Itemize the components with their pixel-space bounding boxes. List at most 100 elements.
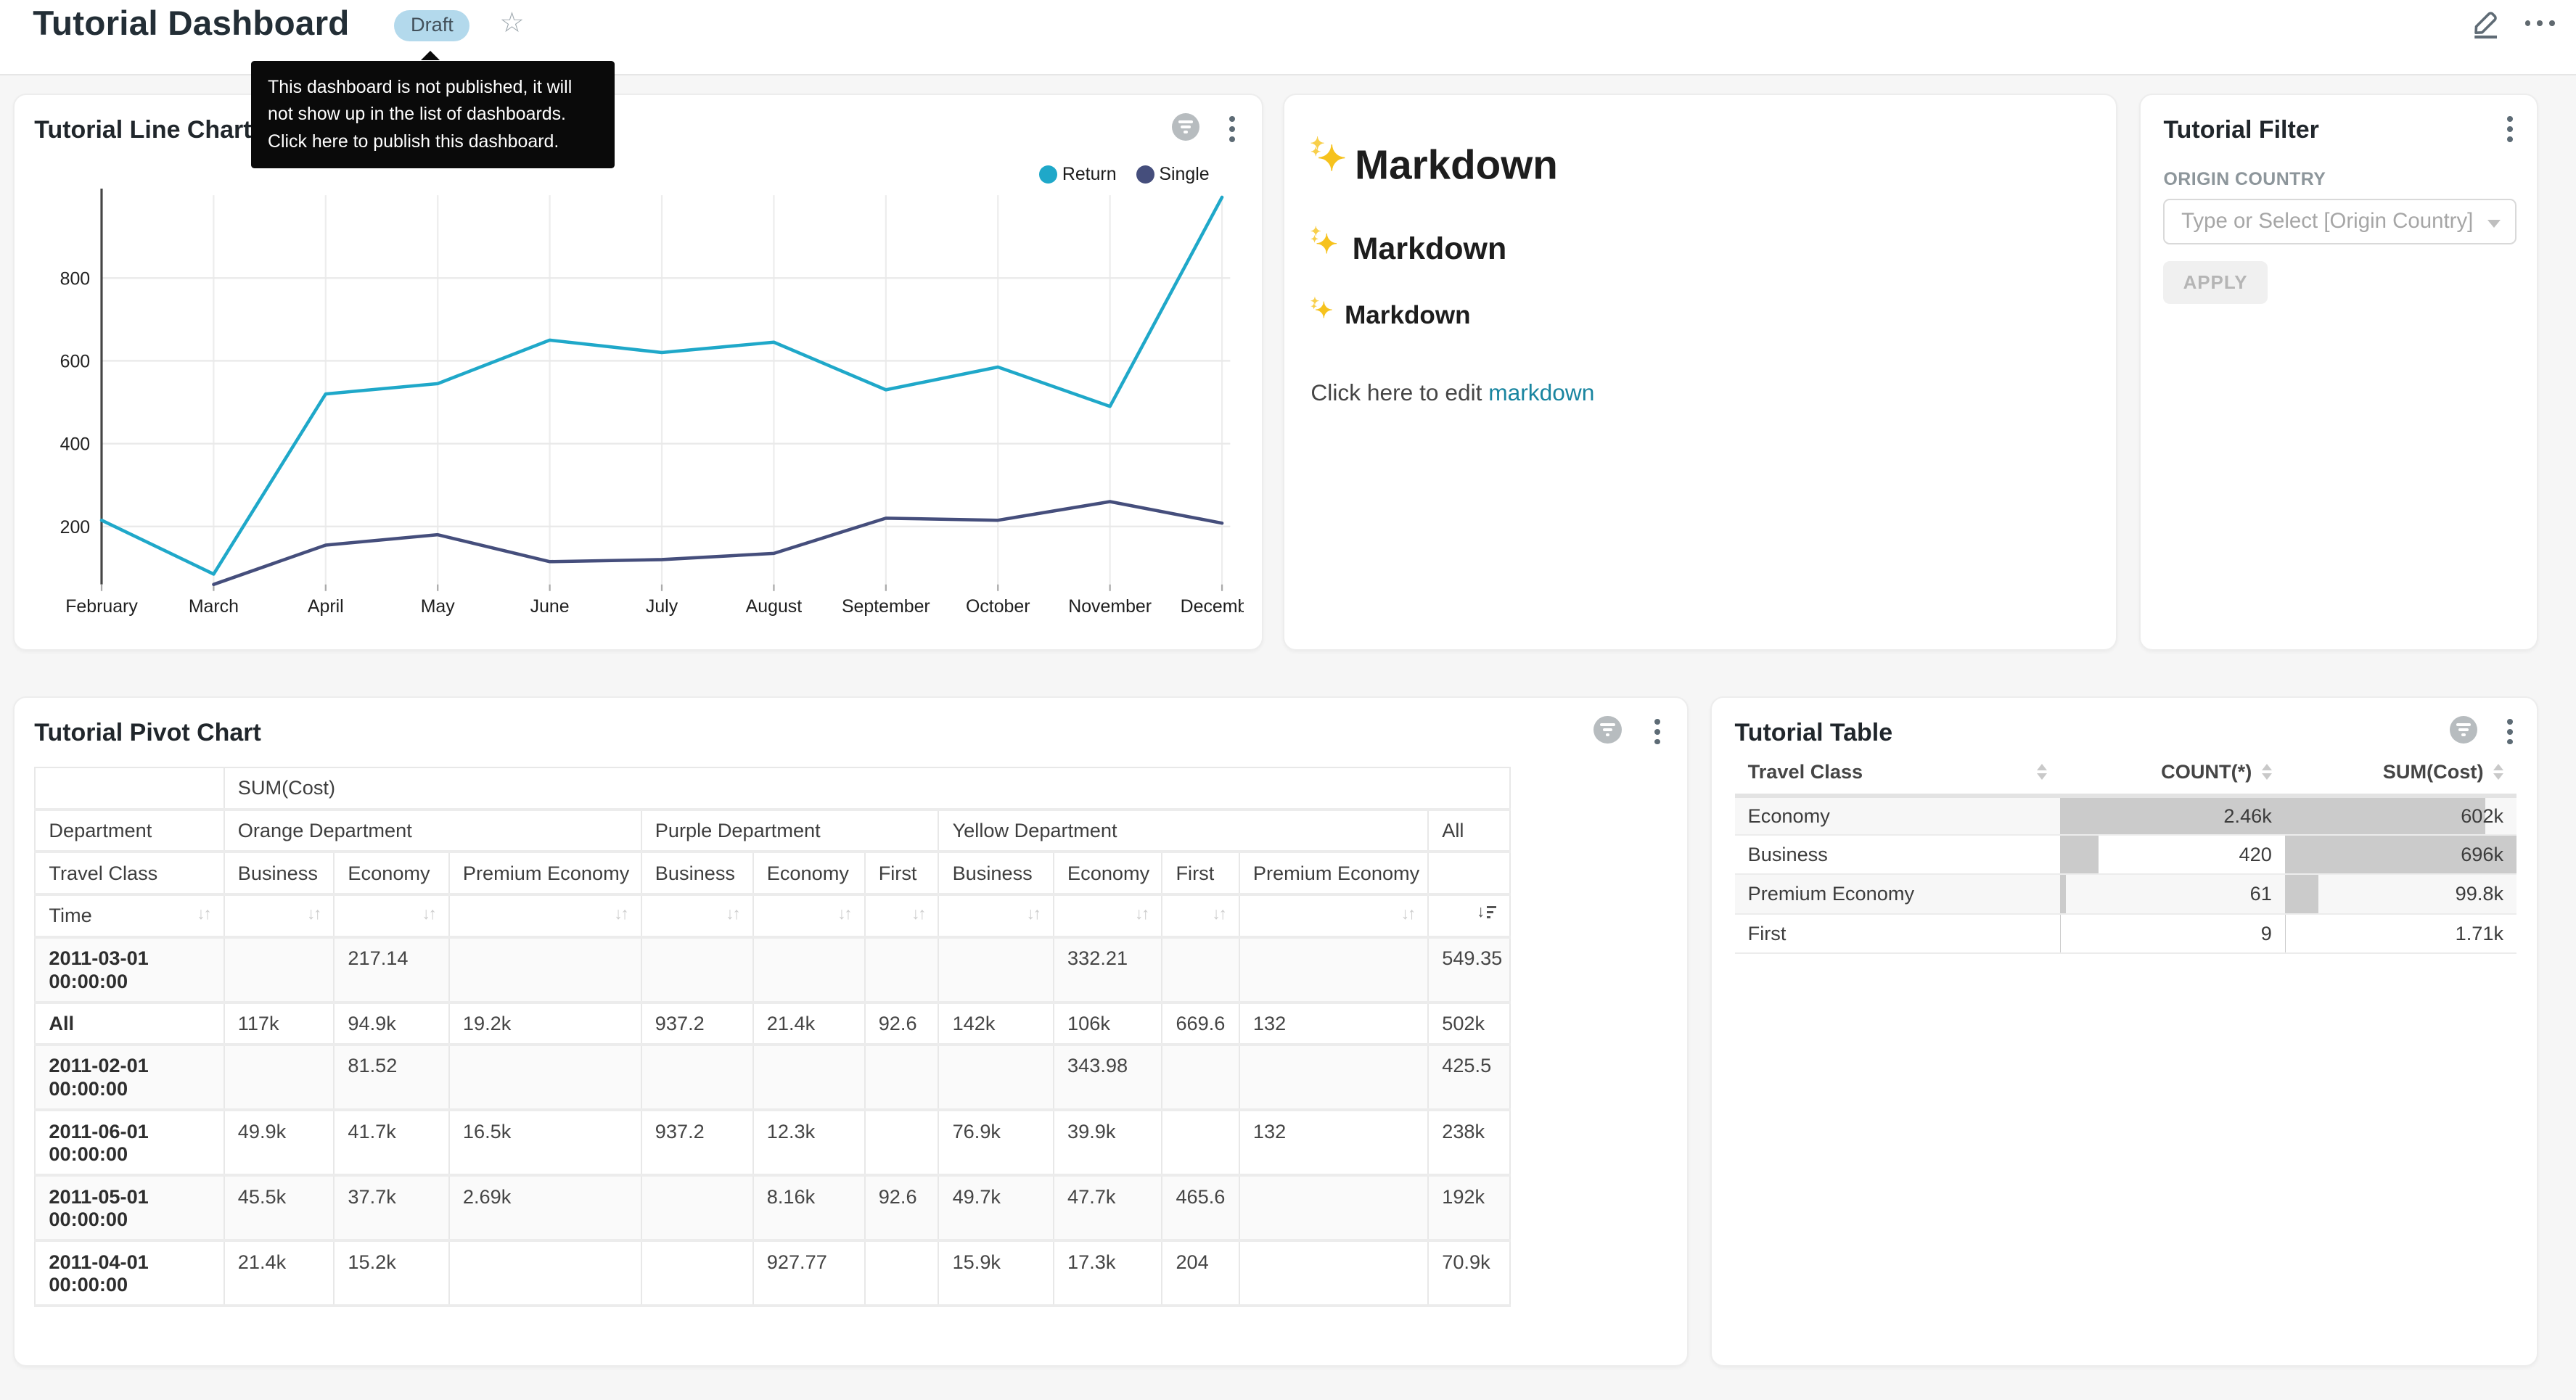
sort-icon[interactable] [2037, 764, 2047, 779]
pivot-value-cell: 21.4k [753, 1002, 865, 1045]
sparkles-icon: ✦✦✦ [1310, 138, 1353, 179]
table-header-count-[interactable]: COUNT(*) [2060, 754, 2285, 796]
pivot-row: 2011-05-01 00:00:0045.5k37.7k2.69k8.16k9… [35, 1175, 1510, 1240]
pivot-sort-cell[interactable]: ↓↑ [449, 894, 641, 937]
draft-status-badge[interactable]: Draft [394, 10, 469, 41]
sort-icon[interactable] [2493, 764, 2503, 779]
sort-icon[interactable]: ↓↑ [726, 904, 739, 923]
sort-icon[interactable]: ↓↑ [307, 904, 320, 923]
table-header-travel-class[interactable]: Travel Class [1735, 754, 2060, 796]
pivot-sort-cell[interactable]: ↓↑ [334, 894, 448, 937]
apply-button[interactable]: APPLY [2163, 261, 2267, 304]
pivot-sort-cell[interactable]: ↓↑ [224, 894, 335, 937]
pivot-sort-cell[interactable]: ↓↑ [1162, 894, 1239, 937]
pivot-value-cell: 106k [1054, 1002, 1162, 1045]
pivot-value-cell: 94.9k [334, 1002, 448, 1045]
pivot-value-cell [449, 937, 641, 1002]
pivot-axis-time[interactable]: Time↓↑ [35, 894, 223, 937]
more-horizontal-icon[interactable] [2525, 18, 2555, 28]
cell-sum: 696k [2285, 835, 2516, 874]
pivot-sort-cell[interactable]: ↓↑ [938, 894, 1053, 937]
pivot-value-cell: 17.3k [1054, 1240, 1162, 1306]
more-vertical-icon[interactable] [2507, 116, 2514, 142]
x-axis-label: April [308, 596, 344, 617]
pivot-value-cell [865, 1045, 939, 1110]
pivot-row-label: 2011-06-01 00:00:00 [35, 1110, 223, 1175]
pivot-row-label: 2011-05-01 00:00:00 [35, 1175, 223, 1240]
pivot-sort-cell[interactable]: ↓↑ [641, 894, 753, 937]
sort-icon[interactable]: ↓↑ [1401, 904, 1414, 923]
pivot-row-label: 2011-04-01 00:00:00 [35, 1240, 223, 1306]
pivot-sort-cell[interactable]: ↓ [1428, 894, 1510, 937]
pivot-row: All117k94.9k19.2k937.221.4k92.6142k106k6… [35, 1002, 1510, 1045]
more-vertical-icon[interactable] [1654, 719, 1661, 745]
table-row: First91.71k [1735, 914, 2517, 953]
filter-indicator-icon[interactable] [1593, 716, 1621, 744]
pivot-value-cell: 8.16k [753, 1175, 865, 1240]
pivot-value-cell [641, 1175, 753, 1240]
cell-travel-class: Economy [1735, 796, 2060, 835]
cell-count: 2.46k [2060, 796, 2285, 835]
x-axis-label: October [966, 596, 1030, 617]
pivot-class-header [1428, 852, 1510, 894]
pivot-row-label: All [35, 1002, 223, 1045]
pivot-value-cell: 669.6 [1162, 1002, 1239, 1045]
pivot-row-label: 2011-02-01 00:00:00 [35, 1045, 223, 1110]
favorite-star-icon[interactable]: ☆ [499, 7, 525, 39]
value-bar [2060, 836, 2099, 873]
sort-icon[interactable]: ↓↑ [614, 904, 627, 923]
sort-icon[interactable]: ↓↑ [1213, 904, 1226, 923]
x-axis-label: September [842, 596, 930, 617]
sort-icon[interactable]: ↓↑ [1135, 904, 1148, 923]
pivot-value-cell [449, 1045, 641, 1110]
origin-country-select[interactable]: Type or Select [Origin Country] [2163, 199, 2516, 244]
pivot-sort-cell[interactable]: ↓↑ [753, 894, 865, 937]
pivot-value-cell [224, 1045, 335, 1110]
sort-icon[interactable]: ↓↑ [422, 904, 435, 923]
value-bar [2285, 915, 2286, 952]
pivot-value-cell: 937.2 [641, 1110, 753, 1175]
sort-icon[interactable]: ↓↑ [911, 904, 924, 923]
panel-tutorial-table: Tutorial Table Travel ClassCOUNT(*)SUM(C… [1710, 696, 2538, 1367]
pivot-value-cell [224, 937, 335, 1002]
select-placeholder: Type or Select [Origin Country] [2181, 209, 2473, 234]
filter-indicator-icon[interactable] [2450, 716, 2477, 744]
sort-icon[interactable]: ↓↑ [1027, 904, 1040, 923]
edit-pencil-icon[interactable] [2469, 7, 2502, 39]
pivot-sort-cell[interactable]: ↓↑ [1239, 894, 1428, 937]
pivot-value-cell: 217.14 [334, 937, 448, 1002]
pivot-value-cell: 332.21 [1054, 937, 1162, 1002]
svg-text:600: 600 [60, 352, 91, 372]
pivot-value-cell: 142k [938, 1002, 1053, 1045]
pivot-value-cell: 47.7k [1054, 1175, 1162, 1240]
pivot-value-cell: 927.77 [753, 1240, 865, 1306]
pivot-value-cell: 15.9k [938, 1240, 1053, 1306]
pivot-value-cell: 12.3k [753, 1110, 865, 1175]
pivot-value-cell [938, 1045, 1053, 1110]
pivot-class-header: First [1162, 852, 1239, 894]
pivot-value-cell: 81.52 [334, 1045, 448, 1110]
pivot-value-cell: 132 [1239, 1002, 1428, 1045]
sort-icon[interactable] [2262, 764, 2272, 779]
pivot-corner-cell [35, 767, 223, 810]
origin-country-label: ORIGIN COUNTRY [2163, 169, 2326, 190]
pivot-class-header: Business [641, 852, 753, 894]
panel-tutorial-pivot-chart: Tutorial Pivot Chart SUM(Cost)Department… [13, 696, 1689, 1367]
pivot-sort-cell[interactable]: ↓↑ [1054, 894, 1162, 937]
sort-icon[interactable]: ↓↑ [197, 904, 210, 923]
pivot-value-cell [1162, 937, 1239, 1002]
pivot-sort-cell[interactable]: ↓↑ [865, 894, 939, 937]
more-vertical-icon[interactable] [2507, 719, 2514, 745]
table-row: Business420696k [1735, 835, 2517, 874]
pivot-group-header: All [1428, 810, 1510, 852]
markdown-edit-link[interactable]: markdown [1488, 379, 1594, 405]
pivot-group-header: Orange Department [224, 810, 641, 852]
sparkles-icon: ✦✦✦ [1310, 228, 1343, 259]
pivot-value-cell [1239, 1045, 1428, 1110]
markdown-h1: ✦✦✦Markdown [1310, 138, 2096, 189]
pivot-value-cell [1239, 1240, 1428, 1306]
sort-icon[interactable]: ↓↑ [837, 904, 850, 923]
table-header-sum-cost-[interactable]: SUM(Cost) [2285, 754, 2516, 796]
pivot-table: SUM(Cost)DepartmentOrange DepartmentPurp… [34, 767, 1511, 1307]
sort-desc-active-icon[interactable]: ↓ [1477, 904, 1496, 921]
